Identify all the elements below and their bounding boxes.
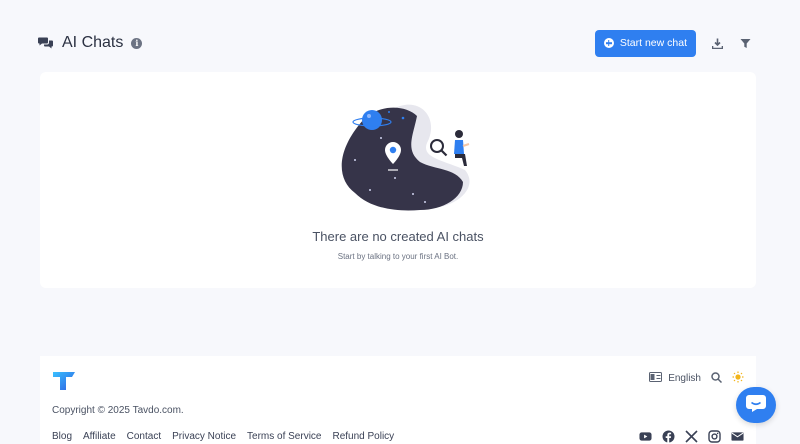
youtube-icon[interactable] (639, 430, 652, 443)
page-title: AI Chats (62, 34, 124, 51)
footer-link-terms[interactable]: Terms of Service (247, 431, 321, 442)
chats-panel: There are no created AI chats Start by t… (40, 72, 756, 288)
header-actions: Start new chat (594, 29, 752, 57)
footer-link-contact[interactable]: Contact (127, 431, 161, 442)
start-new-chat-label: Start new chat (619, 37, 687, 49)
footer: English Copyright © 2025 Tavdo.com. Blog (40, 356, 756, 444)
footer-tools: English (649, 371, 744, 386)
mail-icon[interactable] (731, 430, 744, 443)
footer-link-privacy[interactable]: Privacy Notice (172, 431, 236, 442)
language-icon (649, 372, 663, 385)
title-group: AI Chats i (38, 34, 143, 52)
language-selector[interactable]: English (649, 372, 701, 385)
facebook-icon[interactable] (662, 430, 675, 443)
footer-links: Blog Affiliate Contact Privacy Notice Te… (52, 431, 394, 442)
chat-widget-icon (745, 393, 767, 418)
info-icon[interactable]: i (131, 37, 143, 49)
empty-state-title: There are no created AI chats (312, 229, 484, 244)
comments-icon (38, 36, 54, 50)
page-header: AI Chats i Start new chat (38, 28, 752, 58)
plus-circle-icon (603, 38, 614, 48)
search-icon[interactable] (711, 371, 723, 386)
language-label: English (668, 373, 701, 384)
social-links (639, 430, 744, 443)
instagram-icon[interactable] (708, 430, 721, 443)
empty-state-subtitle: Start by talking to your first AI Bot. (337, 252, 459, 261)
copyright-text: Copyright © 2025 Tavdo.com. (52, 405, 184, 416)
footer-link-blog[interactable]: Blog (52, 431, 72, 442)
download-icon[interactable] (710, 36, 724, 50)
page: AI Chats i Start new chat There are no c… (0, 0, 800, 444)
filter-icon[interactable] (738, 36, 752, 50)
x-icon[interactable] (685, 430, 698, 443)
tavdo-logo[interactable] (52, 370, 78, 392)
empty-state-illustration (325, 98, 475, 216)
support-chat-button[interactable] (736, 387, 776, 423)
start-new-chat-button[interactable]: Start new chat (594, 29, 696, 57)
sun-icon[interactable] (732, 371, 744, 386)
footer-link-refund[interactable]: Refund Policy (332, 431, 394, 442)
footer-link-affiliate[interactable]: Affiliate (83, 431, 116, 442)
